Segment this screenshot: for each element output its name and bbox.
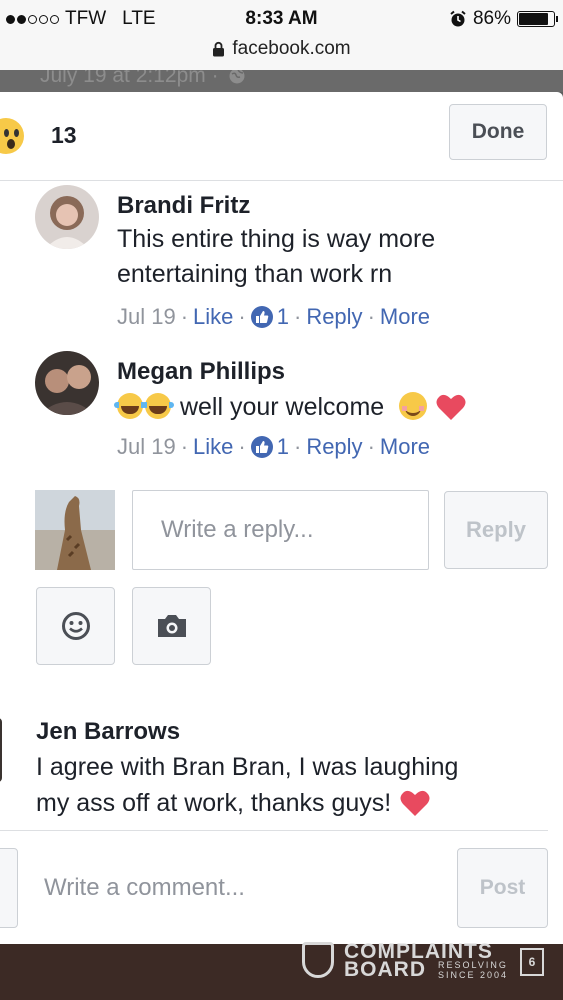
shield-icon <box>302 942 334 978</box>
like-link[interactable]: Like <box>193 434 233 460</box>
watermark-tagline: RESOLVING SINCE 2004 <box>438 960 509 980</box>
battery-info: 86% <box>449 8 558 30</box>
smiling-blush-emoji-icon <box>399 392 428 420</box>
dialog-header: 13 Done <box>0 92 563 181</box>
comment-text-body: well your welcome <box>179 393 385 421</box>
comment-text-body: my ass off at work, thanks guys! <box>36 789 392 817</box>
post-button[interactable]: Post <box>457 848 548 928</box>
comment-text-line-1: I agree with Bran Bran, I was laughing <box>36 753 459 781</box>
comment-date[interactable]: Jul 19 <box>117 304 176 330</box>
tears-of-joy-emoji-icon <box>114 393 146 419</box>
more-link[interactable]: More <box>380 434 430 460</box>
alarm-clock-icon <box>450 10 466 27</box>
watermark-badge: 6 <box>520 948 544 976</box>
comment-input[interactable]: Write a comment... <box>20 848 443 928</box>
address-bar[interactable]: facebook.com <box>0 36 563 71</box>
reply-link[interactable]: Reply <box>306 434 362 460</box>
comment-text-line-1: This entire thing is way more <box>117 225 436 253</box>
like-count[interactable]: 1 <box>277 304 289 330</box>
comment-text-line-2: entertaining than work rn <box>117 260 393 288</box>
like-link[interactable]: Like <box>193 304 233 330</box>
comment-date[interactable]: Jul 19 <box>117 434 176 460</box>
like-thumb-icon[interactable] <box>250 306 273 328</box>
globe-icon <box>229 70 245 84</box>
my-avatar <box>35 490 115 570</box>
comment-actions: Jul 19 · Like · 1 · Reply · More <box>117 434 431 460</box>
comment-author[interactable]: Brandi Fritz <box>117 192 250 220</box>
background-post-strip: July 19 at 2:12pm · <box>0 70 563 92</box>
url-text: facebook.com <box>232 38 351 59</box>
watermark-line2: BOARD <box>344 958 426 981</box>
lock-icon <box>213 41 225 57</box>
tears-of-joy-emoji-icon <box>142 393 174 419</box>
divider <box>0 830 548 831</box>
post-timestamp: July 19 at 2:12pm · <box>40 70 246 88</box>
comment-actions: Jul 19 · Like · 1 · Reply · More <box>117 304 431 330</box>
red-heart-icon <box>400 790 430 816</box>
status-bar: TFW LTE 8:33 AM 86% <box>0 0 563 36</box>
done-button[interactable]: Done <box>449 104 547 160</box>
sticker-button[interactable] <box>36 587 115 665</box>
reaction-count[interactable]: 13 <box>51 122 77 149</box>
smiley-icon <box>61 612 90 640</box>
avatar-jen-barrows[interactable] <box>0 718 2 782</box>
reactions-comments-dialog: 13 Done Brandi Fritz This entire thing i… <box>0 92 563 944</box>
photo-button[interactable] <box>132 587 211 665</box>
avatar-brandi-fritz[interactable] <box>35 185 99 249</box>
more-link[interactable]: More <box>380 304 430 330</box>
battery-icon <box>517 11 558 27</box>
reply-link[interactable]: Reply <box>306 304 362 330</box>
like-thumb-icon[interactable] <box>250 436 273 458</box>
comment-author[interactable]: Jen Barrows <box>36 718 180 746</box>
wow-emoji-icon[interactable] <box>0 118 24 154</box>
comment-text: well your welcome <box>114 390 466 425</box>
comment-text-line-2: my ass off at work, thanks guys! <box>36 786 430 821</box>
reply-submit-button[interactable]: Reply <box>444 491 548 569</box>
comment-attach-button[interactable] <box>0 848 18 928</box>
comment-author[interactable]: Megan Phillips <box>117 358 285 386</box>
like-count[interactable]: 1 <box>277 434 289 460</box>
red-heart-icon <box>436 394 466 420</box>
battery-percent: 86% <box>472 8 511 29</box>
avatar-megan-phillips[interactable] <box>35 351 99 415</box>
reply-input[interactable]: Write a reply... <box>132 490 429 570</box>
camera-icon <box>157 615 186 637</box>
